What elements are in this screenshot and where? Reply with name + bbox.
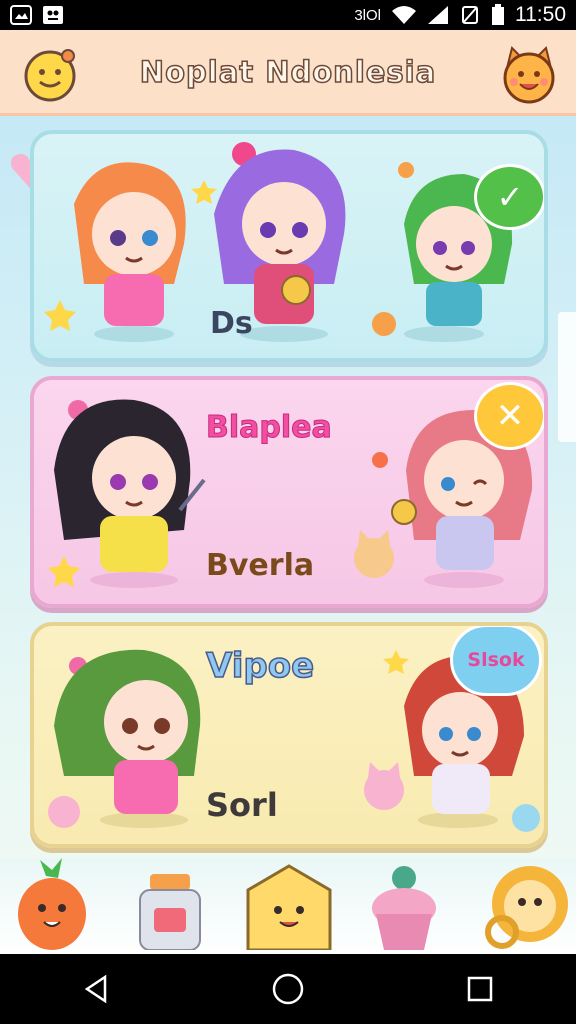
card-3-title: Vipoe <box>205 645 315 687</box>
status-right: 3lOl 11:50 <box>354 3 566 27</box>
signal-text: 3lOl <box>354 6 381 24</box>
close-icon[interactable]: ✕ <box>474 382 544 450</box>
back-icon[interactable] <box>66 959 126 1019</box>
no-sim-icon <box>462 6 478 24</box>
card-2-label: Bverla <box>206 548 315 583</box>
cupcake-icon[interactable] <box>366 864 442 954</box>
wifi-icon <box>392 6 416 24</box>
status-left <box>10 5 64 25</box>
character-card-2[interactable]: Blaplea Bverla ✕ <box>30 376 548 608</box>
lion-character-icon[interactable] <box>484 858 568 954</box>
characters-group-illustration <box>44 142 513 342</box>
side-scroll-tab[interactable] <box>558 312 576 442</box>
card-3-label: Sorl <box>206 786 278 824</box>
check-icon[interactable]: ✓ <box>474 164 544 230</box>
notification-icon <box>43 6 63 24</box>
character-card-3[interactable]: Vipoe Sorl Slsok <box>30 622 548 848</box>
battery-icon <box>492 4 504 25</box>
card-1-label: Ds <box>210 306 253 341</box>
system-nav-bar <box>0 954 576 1024</box>
cell-signal-icon <box>428 6 448 24</box>
carrot-character-icon[interactable] <box>10 858 94 954</box>
card-2-title: Blaplea <box>206 410 333 446</box>
status-time: 11:50 <box>515 3 566 26</box>
bottom-dock <box>0 858 576 954</box>
cat-face-icon[interactable] <box>498 44 560 110</box>
home-circle-icon[interactable] <box>258 959 318 1019</box>
jar-icon[interactable] <box>130 870 210 954</box>
image-icon <box>10 5 32 25</box>
emoji-face-icon[interactable] <box>20 44 80 108</box>
app-bar: Noplat Ndonlesia <box>0 30 576 116</box>
recents-icon[interactable] <box>450 959 510 1019</box>
home-icon[interactable] <box>244 864 334 954</box>
status-bar: 3lOl 11:50 <box>0 0 576 30</box>
page-title: Noplat Ndonlesia <box>139 54 437 90</box>
character-card-1[interactable]: Ds ✓ <box>30 130 548 362</box>
speech-bubble[interactable]: Slsok <box>450 626 542 696</box>
